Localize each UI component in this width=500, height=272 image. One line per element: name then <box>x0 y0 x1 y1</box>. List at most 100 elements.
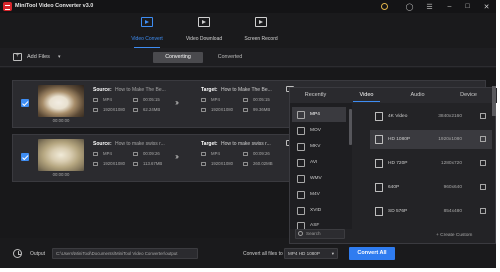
target-label: Target: <box>201 87 218 93</box>
key-icon[interactable] <box>381 3 388 10</box>
nav-screen-record[interactable]: Screen Record <box>234 13 288 48</box>
schedule-icon[interactable] <box>13 249 22 258</box>
video-download-icon <box>198 17 210 27</box>
menu-icon[interactable]: ☰ <box>424 1 435 12</box>
video-convert-icon <box>141 17 153 27</box>
resolution-dimensions: 960x640 <box>443 185 462 190</box>
thumbnail-time: 00:00:00 <box>52 118 70 123</box>
edit-icon[interactable] <box>480 160 486 166</box>
format-icon <box>93 152 98 156</box>
video-format-icon <box>297 158 305 167</box>
convert-all-format-select[interactable]: MP4 HD 1080P ▾ <box>284 248 338 259</box>
video-format-icon <box>297 206 305 215</box>
tab-recently[interactable]: Recently <box>290 88 341 103</box>
add-files-button[interactable]: Add Files <box>27 54 50 60</box>
resolution-icon <box>93 162 98 166</box>
format-item-mkv[interactable]: MKV <box>292 139 346 154</box>
scrollbar-thumb[interactable] <box>348 109 352 145</box>
format-item-label: ASF <box>310 223 320 228</box>
format-item-mov[interactable]: MOV <box>292 123 346 138</box>
format-item-label: MP4 <box>310 112 320 117</box>
format-item-xvid[interactable]: XVID <box>292 203 346 218</box>
format-tabs: Recently Video Audio Device <box>290 88 497 103</box>
task-checkbox[interactable] <box>21 153 29 161</box>
format-item-label: WMV <box>310 176 322 181</box>
task-list-scrollbar[interactable] <box>492 86 496 116</box>
video-format-icon <box>297 174 305 183</box>
resolution-name: 4K Video <box>388 114 408 119</box>
target-resolution: 1920X1080 <box>211 107 233 112</box>
nav-video-convert[interactable]: Video Convert <box>120 13 174 48</box>
tab-device[interactable]: Device <box>443 88 494 103</box>
resolution-dimensions: 1280x720 <box>440 161 462 166</box>
format-list-scrollbar[interactable] <box>348 103 352 229</box>
duration-icon <box>133 152 138 156</box>
size-icon <box>133 108 138 112</box>
add-files-icon[interactable] <box>13 52 22 61</box>
close-icon[interactable]: ✕ <box>481 1 492 12</box>
resolution-name: 640P <box>388 185 400 190</box>
target-format: MP4 <box>211 97 220 102</box>
format-icon <box>201 98 206 102</box>
target-duration: 00:09:26 <box>253 151 270 156</box>
format-item-avi[interactable]: AVI <box>292 155 346 170</box>
video-format-icon <box>297 142 305 151</box>
source-resolution: 1920X1080 <box>103 161 125 166</box>
convert-all-button[interactable]: Convert All <box>349 247 395 260</box>
resolution-file-icon <box>375 159 383 168</box>
resolution-item[interactable]: HD 720P 1280x720 <box>370 154 492 173</box>
source-size: 113.67MB <box>143 161 163 166</box>
user-icon[interactable]: ◯ <box>404 1 415 12</box>
source-size: 62.24MB <box>143 107 161 112</box>
task-checkbox[interactable] <box>21 99 29 107</box>
format-item-m4v[interactable]: M4V <box>292 187 346 202</box>
resolution-name: SD 576P <box>388 209 408 214</box>
target-size: 99.36MB <box>253 107 271 112</box>
tab-converted[interactable]: Converted <box>205 52 255 63</box>
output-path-field[interactable]: C:\Users\MiniTool\Documents\MiniTool Vid… <box>52 248 198 259</box>
tab-video[interactable]: Video <box>341 88 392 103</box>
nav-video-convert-label: Video Convert <box>131 36 163 42</box>
toolbar: Add Files ▾ Converting Converted <box>0 48 496 67</box>
duration-icon <box>133 98 138 102</box>
video-format-icon <box>297 110 305 119</box>
video-thumbnail[interactable] <box>38 139 84 171</box>
edit-icon[interactable] <box>480 208 486 214</box>
resolution-item[interactable]: 4K Video 3840x2160 <box>370 107 492 126</box>
video-format-icon <box>297 221 305 229</box>
add-files-dropdown-icon[interactable]: ▾ <box>58 54 61 60</box>
source-name: How to make swiss r... <box>115 141 165 147</box>
resolution-item[interactable]: 640P 960x640 <box>370 178 492 197</box>
duration-icon <box>243 152 248 156</box>
source-label: Source: <box>93 141 112 147</box>
target-format: MP4 <box>211 151 220 156</box>
tab-converting[interactable]: Converting <box>153 52 203 63</box>
format-item-mp4[interactable]: MP4 <box>292 107 346 122</box>
convert-all-format-value: MP4 HD 1080P <box>288 251 320 256</box>
resolution-name: HD 1080P <box>388 137 411 142</box>
video-format-icon <box>297 190 305 199</box>
size-icon <box>243 108 248 112</box>
create-custom-button[interactable]: + Create Custom <box>436 233 472 238</box>
maximize-icon[interactable]: □ <box>462 1 473 12</box>
tab-audio[interactable]: Audio <box>392 88 443 103</box>
resolution-list: 4K Video 3840x2160 HD 1080P 1920x1080 HD… <box>356 103 494 229</box>
resolution-name: HD 720P <box>388 161 408 166</box>
edit-icon[interactable] <box>480 184 486 190</box>
resolution-item[interactable]: SD 576P 854x480 <box>370 202 492 221</box>
format-item-wmv[interactable]: WMV <box>292 171 346 186</box>
source-resolution: 1920X1080 <box>103 107 125 112</box>
minimize-icon[interactable]: – <box>444 1 455 12</box>
edit-icon[interactable] <box>480 136 486 142</box>
source-name: How to Make The Be... <box>115 87 166 93</box>
format-item-asf[interactable]: ASF <box>292 218 346 229</box>
video-thumbnail[interactable] <box>38 85 84 117</box>
format-search-input[interactable]: Search <box>295 229 345 239</box>
duration-icon <box>243 98 248 102</box>
target-duration: 00:05:15 <box>253 97 270 102</box>
nav-video-download[interactable]: Video Download <box>177 13 231 48</box>
edit-icon[interactable] <box>480 113 486 119</box>
resolution-item[interactable]: HD 1080P 1920x1080 <box>370 130 492 149</box>
format-icon <box>93 98 98 102</box>
source-format: MP4 <box>103 97 112 102</box>
